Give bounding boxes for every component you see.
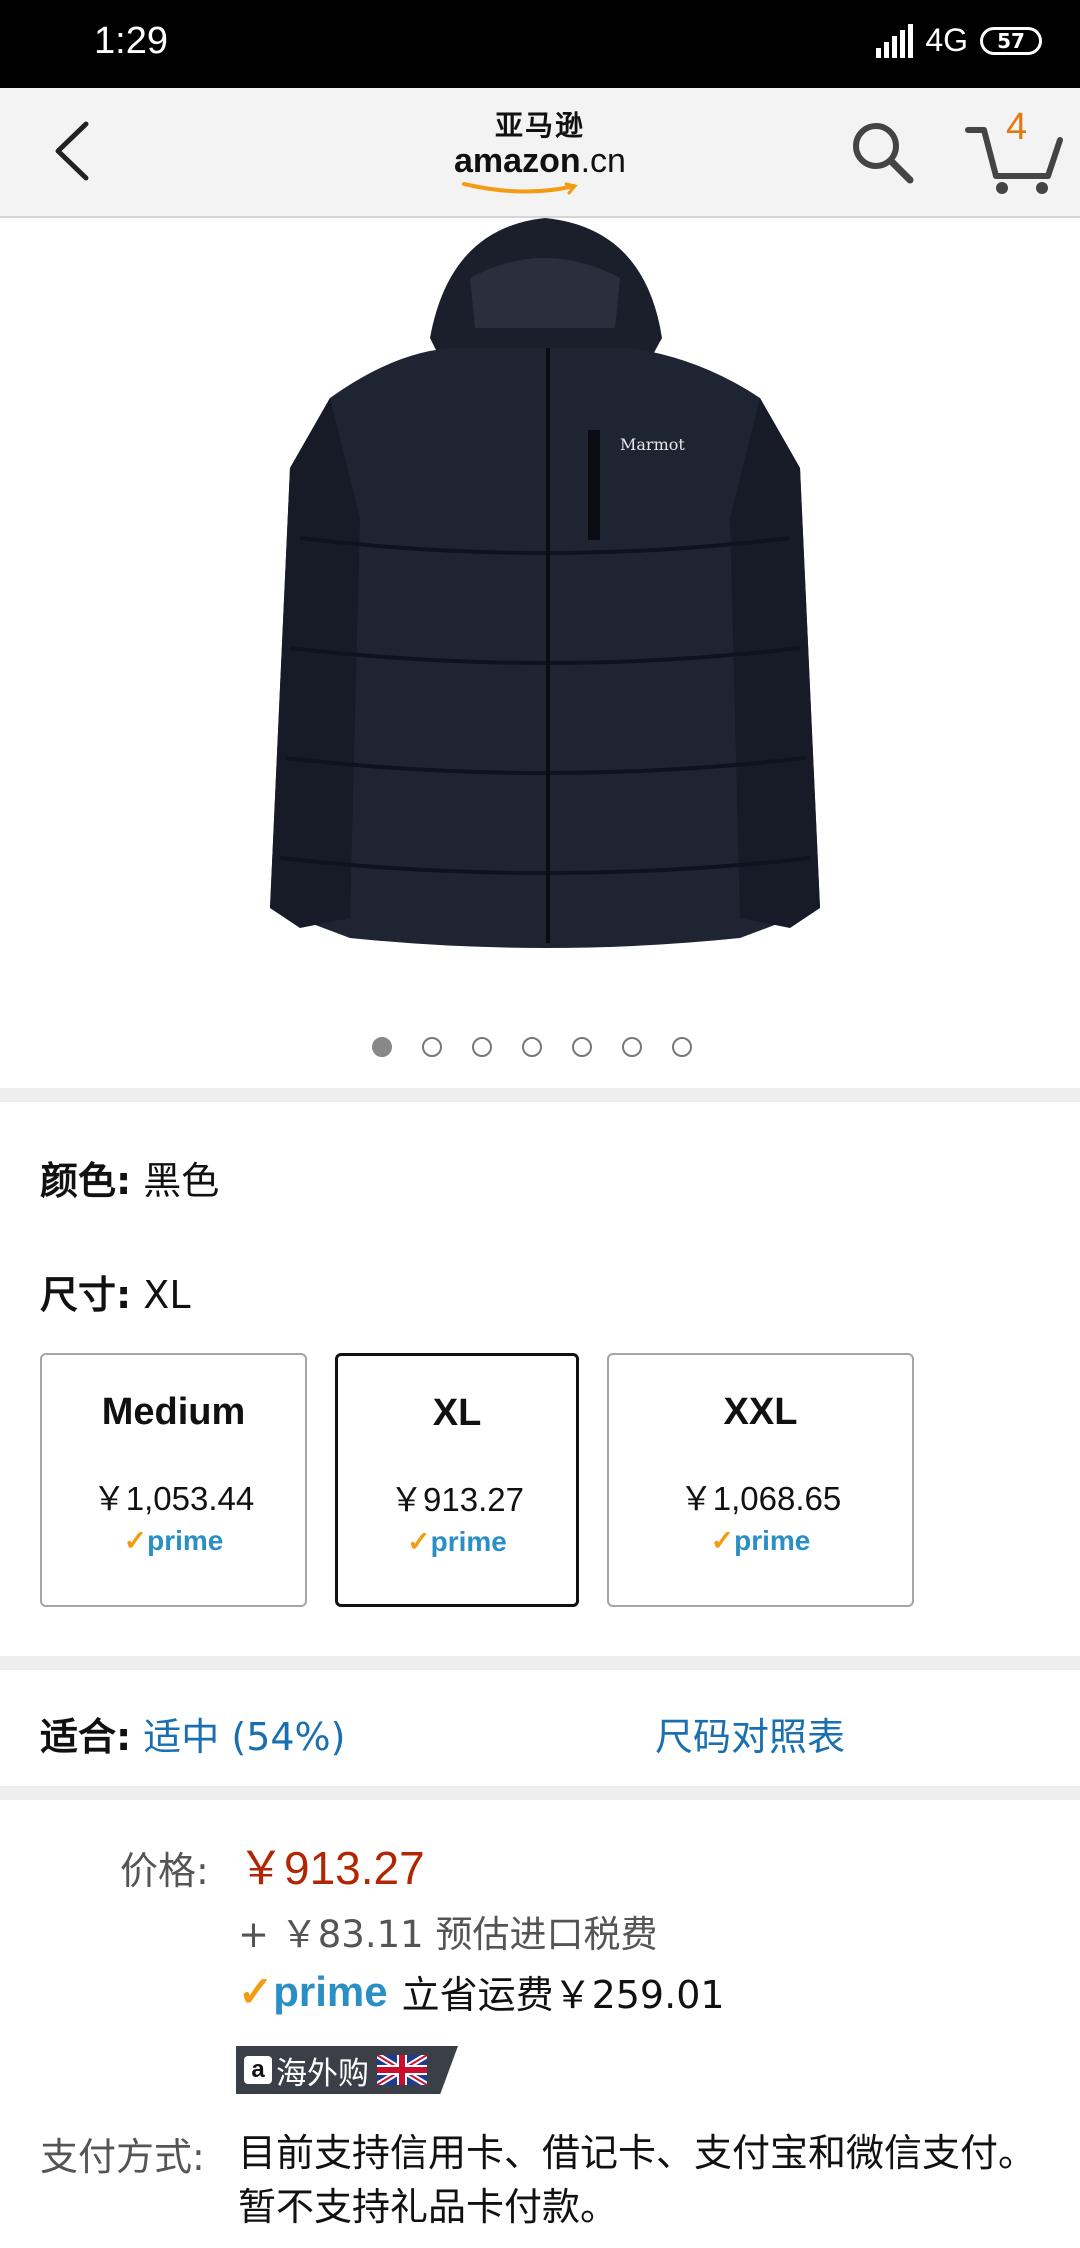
carousel-dot[interactable] bbox=[522, 1037, 542, 1057]
prime-badge: ✓prime bbox=[42, 1524, 305, 1557]
carousel-dot[interactable] bbox=[422, 1037, 442, 1057]
badge-text: 海外购 bbox=[276, 2055, 369, 2092]
prime-badge: ✓prime bbox=[609, 1524, 912, 1557]
cart-button[interactable]: 4 bbox=[964, 106, 1064, 198]
logo-en-text: amazon.cn bbox=[454, 142, 626, 180]
prime-check-icon: ✓ bbox=[238, 1968, 274, 2015]
size-option-xl[interactable]: XL ￥913.27 ✓prime bbox=[335, 1353, 579, 1607]
size-price: ￥1,068.65 bbox=[679, 1480, 842, 1517]
network-type: 4G bbox=[925, 22, 968, 58]
size-label: 尺寸: bbox=[40, 1273, 132, 1317]
brand-label: Marmot bbox=[620, 435, 685, 454]
size-price: ￥1,053.44 bbox=[92, 1480, 255, 1517]
carousel-dot[interactable] bbox=[472, 1037, 492, 1057]
search-button[interactable] bbox=[848, 118, 918, 188]
color-label: 颜色: bbox=[40, 1159, 132, 1203]
search-icon bbox=[853, 123, 914, 184]
price-label: 价格: bbox=[120, 1849, 209, 1893]
status-bar: 1:29 4G 57 bbox=[0, 0, 1080, 88]
prime-check-icon: ✓ bbox=[710, 1525, 735, 1556]
size-name: XXL bbox=[723, 1391, 798, 1433]
prime-text: prime bbox=[734, 1525, 811, 1556]
prime-text: prime bbox=[147, 1525, 224, 1556]
payment-label: 支付方式: bbox=[40, 2135, 205, 2179]
size-name: XL bbox=[432, 1392, 482, 1434]
carousel-dots bbox=[372, 1037, 692, 1057]
logo-cn-text: 亚马逊 bbox=[494, 109, 585, 142]
import-tax: + ￥83.11 预估进口税费 bbox=[238, 1913, 658, 1956]
size-value: XL bbox=[143, 1273, 191, 1317]
size-name: Medium bbox=[101, 1391, 246, 1433]
status-indicators: 4G 57 bbox=[876, 22, 1042, 59]
size-option-medium[interactable]: Medium ￥1,053.44 ✓prime bbox=[40, 1353, 307, 1607]
section-divider bbox=[0, 1088, 1080, 1102]
app-header: 亚马逊 amazon.cn 4 bbox=[0, 88, 1080, 218]
fit-label: 适合: bbox=[40, 1715, 132, 1759]
overseas-badge: a 海外购 bbox=[236, 2046, 458, 2094]
status-time: 1:29 bbox=[94, 20, 168, 62]
color-value: 黑色 bbox=[143, 1159, 220, 1203]
logo-smile-icon bbox=[462, 182, 578, 195]
amazon-logo[interactable]: 亚马逊 amazon.cn bbox=[454, 109, 626, 195]
size-option-xxl[interactable]: XXL ￥1,068.65 ✓prime bbox=[607, 1353, 914, 1607]
product-image-carousel[interactable]: Marmot bbox=[0, 218, 1080, 1088]
product-image: Marmot bbox=[270, 218, 820, 948]
chevron-left-icon bbox=[55, 121, 89, 181]
prime-check-icon: ✓ bbox=[123, 1525, 148, 1556]
fit-row: 适合: 适中 (54%) bbox=[40, 1706, 346, 1761]
color-row: 颜色: 黑色 bbox=[40, 1150, 219, 1205]
prime-check-icon: ✓ bbox=[407, 1526, 431, 1557]
size-chart-link[interactable]: 尺码对照表 bbox=[655, 1706, 845, 1761]
size-row: 尺寸: XL bbox=[40, 1264, 191, 1319]
payment-text: 目前支持信用卡、借记卡、支付宝和微信支付。暂不支持礼品卡付款。 bbox=[238, 2131, 1037, 2229]
signal-icon bbox=[876, 23, 914, 58]
fit-value-link[interactable]: 适中 (54%) bbox=[143, 1715, 345, 1759]
carousel-dot[interactable] bbox=[622, 1037, 642, 1057]
prime-logo: ✓prime bbox=[238, 1967, 388, 2016]
prime-logo-text: prime bbox=[273, 1968, 388, 2015]
prime-shipping-row: ✓prime 立省运费￥259.01 bbox=[238, 1964, 725, 2019]
size-price: ￥913.27 bbox=[390, 1481, 524, 1518]
logo-en-word: amazon bbox=[454, 142, 581, 180]
carousel-dot[interactable] bbox=[572, 1037, 592, 1057]
back-button[interactable] bbox=[40, 116, 110, 186]
carousel-dot[interactable] bbox=[672, 1037, 692, 1057]
section-divider bbox=[0, 1786, 1080, 1800]
cart-count-badge: 4 bbox=[1006, 106, 1028, 148]
battery-icon: 57 bbox=[980, 26, 1042, 55]
carousel-dot[interactable] bbox=[372, 1037, 392, 1057]
prime-text: prime bbox=[430, 1526, 507, 1557]
price-value: ￥913.27 bbox=[238, 1842, 425, 1894]
prime-saving: 立省运费￥259.01 bbox=[401, 1973, 725, 2017]
section-divider bbox=[0, 1656, 1080, 1670]
uk-flag-icon bbox=[377, 2055, 427, 2085]
logo-suffix: .cn bbox=[580, 142, 626, 180]
prime-badge: ✓prime bbox=[338, 1525, 576, 1558]
amazon-a-icon: a bbox=[244, 2056, 272, 2084]
